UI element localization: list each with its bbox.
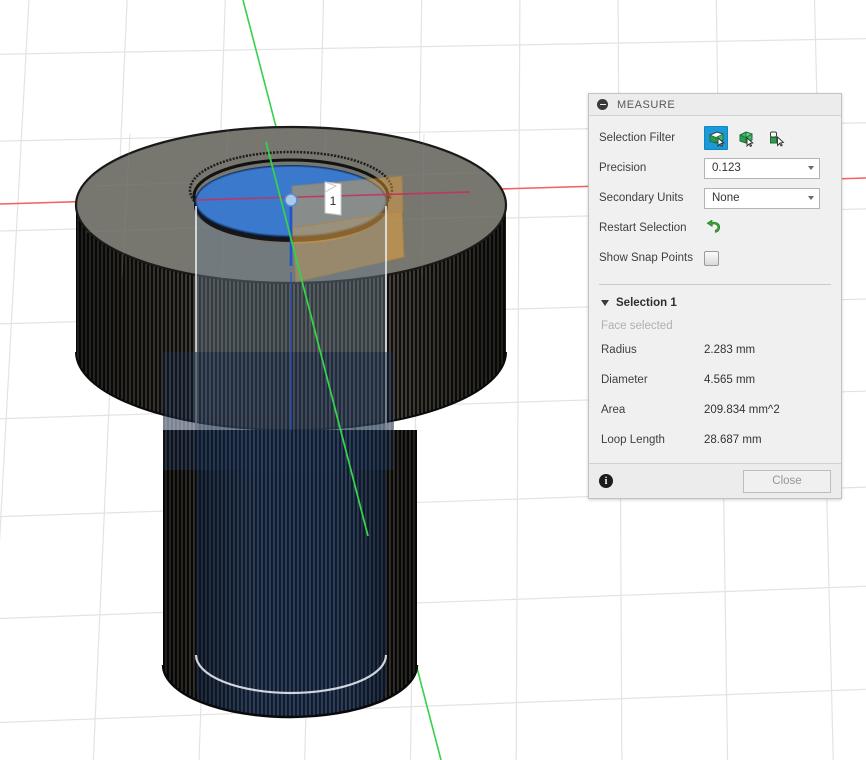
- secondary-units-value: None: [712, 192, 740, 204]
- row-secondary-units: Secondary Units None: [589, 183, 841, 213]
- info-icon[interactable]: i: [599, 474, 613, 488]
- select-face-filter-button[interactable]: [704, 126, 728, 150]
- selection-section-title: Selection 1: [616, 297, 677, 309]
- undo-arrow-icon: [706, 220, 721, 233]
- close-button[interactable]: Close: [743, 469, 831, 493]
- show-snap-points-checkbox[interactable]: [704, 250, 719, 266]
- row-show-snap-points: Show Snap Points: [589, 243, 841, 273]
- measure-panel-footer: i Close: [589, 463, 841, 498]
- select-face-icon: [709, 130, 725, 147]
- precision-select[interactable]: 0.123: [704, 157, 820, 179]
- area-value: 209.834 mm^2: [704, 404, 780, 416]
- precision-label: Precision: [599, 162, 647, 174]
- chevron-down-icon: [808, 166, 814, 170]
- measure-settings: Selection Filter Precision 0.123 Seconda…: [589, 116, 841, 277]
- diameter-label: Diameter: [601, 374, 648, 386]
- row-precision: Precision 0.123: [589, 153, 841, 183]
- restart-selection-label: Restart Selection: [599, 222, 687, 234]
- row-selection-filter: Selection Filter: [589, 123, 841, 153]
- measure-panel-header[interactable]: MEASURE: [589, 94, 841, 116]
- chevron-down-icon: [808, 196, 814, 200]
- marker-label: 1: [330, 194, 337, 208]
- selection-section-header[interactable]: Selection 1: [589, 291, 841, 313]
- show-snap-points-label: Show Snap Points: [599, 252, 693, 264]
- panel-title: MEASURE: [617, 98, 676, 111]
- triangle-down-icon: [601, 300, 609, 306]
- row-restart-selection: Restart Selection: [589, 213, 841, 243]
- measure-panel[interactable]: MEASURE Selection Filter Precision 0.123…: [588, 93, 842, 499]
- selection-filter-group[interactable]: [704, 126, 788, 150]
- select-body-icon: [739, 130, 754, 147]
- secondary-units-label: Secondary Units: [599, 192, 684, 204]
- table-row: Diameter 4.565 mm: [589, 365, 841, 395]
- precision-value: 0.123: [712, 162, 741, 174]
- table-row: Radius 2.283 mm: [589, 335, 841, 365]
- select-component-filter-button[interactable]: [764, 126, 788, 150]
- minus-circle-icon[interactable]: [597, 99, 608, 110]
- restart-selection-button[interactable]: [704, 219, 724, 237]
- panel-divider: [599, 284, 831, 285]
- area-label: Area: [601, 404, 626, 416]
- diameter-value: 4.565 mm: [704, 374, 756, 386]
- table-row: Area 209.834 mm^2: [589, 395, 841, 425]
- selection-results: Selection 1 Face selected Radius 2.283 m…: [589, 287, 841, 463]
- measure-marker-1[interactable]: 1: [324, 181, 342, 216]
- table-row: Loop Length 28.687 mm: [589, 425, 841, 455]
- origin-point: [284, 193, 298, 207]
- select-body-filter-button[interactable]: [734, 126, 758, 150]
- selection-hint: Face selected: [601, 320, 673, 332]
- radius-value: 2.283 mm: [704, 344, 756, 356]
- secondary-units-select[interactable]: None: [704, 187, 820, 209]
- select-component-icon: [769, 131, 784, 147]
- selection-filter-label: Selection Filter: [599, 132, 676, 144]
- loop-length-value: 28.687 mm: [704, 434, 762, 446]
- radius-label: Radius: [601, 344, 637, 356]
- loop-length-label: Loop Length: [601, 434, 665, 446]
